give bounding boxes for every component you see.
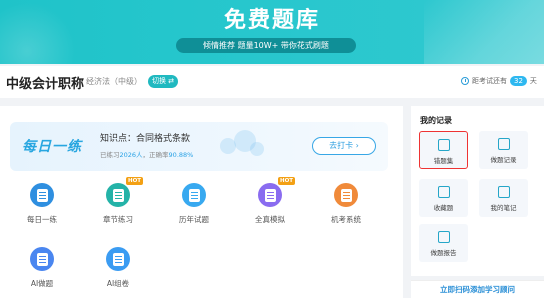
daily-practice-title: 每日一练 bbox=[22, 139, 82, 155]
record-label: 收藏题 bbox=[433, 204, 454, 212]
star-icon bbox=[437, 186, 450, 198]
stat-mid: ，正确率 bbox=[142, 151, 169, 159]
record-history[interactable]: 做题记录 bbox=[479, 131, 528, 169]
daily-practice-card[interactable]: 每日一练 知识点：合同格式条款 已练习2026人，正确率90.88% 去打卡 › bbox=[10, 122, 388, 171]
feature-label: 每日一练 bbox=[27, 215, 57, 224]
my-records-panel: 我的记录 错题集 做题记录 收藏题 我的笔记 做题报告 bbox=[411, 106, 544, 276]
feature-label: 历年试题 bbox=[179, 215, 209, 224]
switch-subject-button[interactable]: 切换 ⇄ bbox=[148, 75, 178, 88]
main-panel: 每日一练 知识点：合同格式条款 已练习2026人，正确率90.88% 去打卡 ›… bbox=[0, 106, 403, 298]
countdown-suffix: 天 bbox=[529, 77, 537, 85]
record-label: 做题报告 bbox=[430, 249, 457, 257]
paper-icon bbox=[182, 183, 206, 207]
feature-label: AI做题 bbox=[30, 279, 54, 288]
stat-prefix: 已练习 bbox=[100, 151, 120, 159]
feature-paper[interactable]: 历年试题 bbox=[164, 183, 224, 225]
feature-monitor[interactable]: 机考系统 bbox=[316, 183, 376, 225]
stat-count: 2026人 bbox=[119, 151, 143, 159]
banner-subtitle: 倾情推荐 题量10W+ 带你花式刷题 bbox=[176, 38, 356, 53]
stat-rate: 90.88% bbox=[168, 151, 194, 159]
exam-icon bbox=[258, 183, 282, 207]
record-notes[interactable]: 我的笔记 bbox=[479, 179, 528, 217]
subject-bar: 中级会计职称 经济法（中级） 切换 ⇄ 距考试还有 32 天 bbox=[0, 66, 544, 98]
card-decoration bbox=[216, 128, 276, 164]
feature-label: 章节练习 bbox=[103, 215, 133, 224]
records-title: 我的记录 bbox=[420, 116, 452, 125]
banner-title: 免费题库 bbox=[223, 8, 320, 33]
monitor-icon bbox=[334, 183, 358, 207]
qr-advisor-link[interactable]: 立即扫码添加学习顾问 bbox=[411, 280, 544, 298]
clock-icon bbox=[461, 77, 469, 85]
knowledge-point: 知识点：合同格式条款 bbox=[100, 134, 191, 144]
exam-countdown: 距考试还有 32 天 bbox=[461, 76, 537, 86]
countdown-days-badge: 32 bbox=[510, 76, 527, 86]
history-icon bbox=[497, 138, 510, 150]
practice-stats: 已练习2026人，正确率90.88% bbox=[100, 149, 193, 159]
record-label: 做题记录 bbox=[490, 156, 517, 164]
record-mistakes[interactable]: 错题集 bbox=[419, 131, 468, 169]
document-icon bbox=[106, 183, 130, 207]
calendar-icon bbox=[30, 183, 54, 207]
record-label: 错题集 bbox=[433, 157, 454, 165]
ai-paper-icon bbox=[106, 247, 130, 271]
feature-label: 机考系统 bbox=[331, 215, 361, 224]
feature-ai-paper[interactable]: AI组卷 bbox=[88, 247, 148, 289]
report-icon bbox=[437, 231, 450, 243]
feature-label: AI组卷 bbox=[106, 279, 130, 288]
feature-calendar[interactable]: 每日一练 bbox=[12, 183, 72, 225]
record-favorites[interactable]: 收藏题 bbox=[419, 179, 468, 217]
checkin-button[interactable]: 去打卡 › bbox=[312, 137, 376, 155]
top-banner: 免费题库 倾情推荐 题量10W+ 带你花式刷题 bbox=[0, 0, 544, 64]
hot-badge: HOT bbox=[126, 177, 144, 185]
robot-icon bbox=[30, 247, 54, 271]
feature-robot[interactable]: AI做题 bbox=[12, 247, 72, 289]
hot-badge: HOT bbox=[278, 177, 296, 185]
countdown-prefix: 距考试还有 bbox=[472, 77, 507, 85]
mistakes-icon bbox=[437, 139, 450, 151]
pen-icon bbox=[497, 186, 510, 198]
record-report[interactable]: 做题报告 bbox=[419, 224, 468, 262]
subject-title: 中级会计职称 bbox=[6, 77, 85, 92]
record-label: 我的笔记 bbox=[490, 204, 517, 212]
subject-subtitle: 经济法（中级） bbox=[86, 77, 142, 86]
feature-label: 全真模拟 bbox=[255, 215, 285, 224]
feature-exam[interactable]: HOT 全真模拟 bbox=[240, 177, 300, 225]
feature-document[interactable]: HOT 章节练习 bbox=[88, 177, 148, 225]
